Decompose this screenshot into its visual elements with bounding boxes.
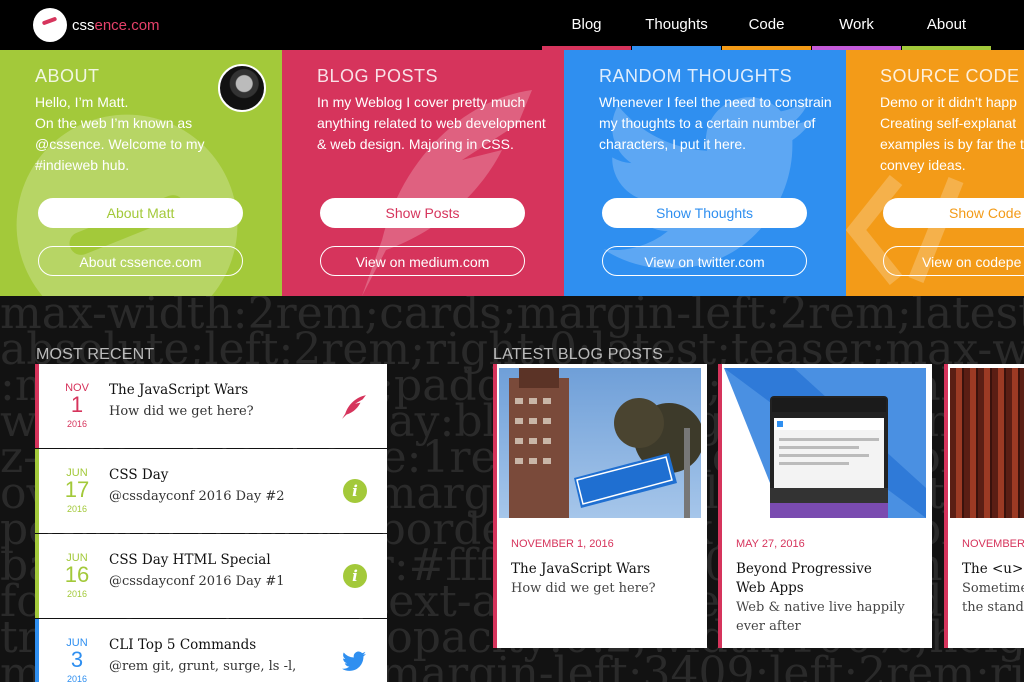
most-recent-list: NOV 1 2016 The JavaScript Wars How did w…: [35, 364, 387, 682]
post-subtitle: Sometime the standa: [962, 581, 1024, 615]
post-thumbnail: [724, 368, 926, 518]
card-blog-posts: BLOG POSTS In my Weblog I cover pretty m…: [282, 50, 564, 296]
post-title: The <u> in: [962, 561, 1024, 577]
logo-text: cssence.com: [72, 16, 160, 34]
item-subtitle: @cssdayconf 2016 Day #1: [109, 574, 285, 589]
quill-icon: [342, 395, 366, 419]
info-icon: i: [343, 564, 367, 588]
item-subtitle: @cssdayconf 2016 Day #2: [109, 489, 285, 504]
twitter-icon: [342, 651, 366, 671]
post-thumbnail: [499, 368, 701, 518]
card-source-code: SOURCE CODE Demo or it didn’t happ Creat…: [846, 50, 1024, 296]
about-matt-button[interactable]: About Matt: [38, 198, 243, 228]
view-twitter-button[interactable]: View on twitter.com: [602, 246, 807, 276]
card-text: Whenever I feel the need to constrain my…: [599, 94, 832, 152]
card-random-thoughts: RANDOM THOUGHTS Whenever I feel the need…: [564, 50, 846, 296]
latest-blog-posts-title: LATEST BLOG POSTS: [493, 346, 663, 363]
item-title: CLI Top 5 Commands: [109, 637, 257, 653]
card-text: Demo or it didn’t happ Creating self-exp…: [880, 94, 1024, 173]
card-about: ABOUT Hello, I’m Matt. On the web I’m kn…: [0, 50, 282, 296]
item-date: JUN 16 2016: [64, 552, 90, 599]
blog-post-card[interactable]: NOVEMBER 1, 2016 The JavaScript Wars How…: [493, 364, 707, 648]
item-subtitle: @rem git, grunt, surge, ls -l,: [109, 659, 297, 674]
most-recent-title: MOST RECENT: [36, 346, 155, 363]
post-date: NOVEMBER 1, 2016: [511, 538, 614, 550]
post-title: The JavaScript Wars: [511, 561, 651, 577]
logo-icon: [33, 8, 67, 42]
nav-code[interactable]: Code: [722, 0, 811, 50]
view-codepen-button[interactable]: View on codepe: [883, 246, 1024, 276]
post-thumbnail: [950, 368, 1024, 518]
site-header: cssence.com Blog Thoughts Code Work Abou…: [0, 0, 1024, 50]
nav-blog[interactable]: Blog: [542, 0, 631, 50]
post-date: MAY 27, 2016: [736, 538, 805, 550]
card-text: Hello, I’m Matt. On the web I’m known as…: [35, 94, 205, 173]
item-date: NOV 1 2016: [65, 382, 89, 429]
nav-about[interactable]: About: [902, 0, 991, 50]
site-logo[interactable]: cssence.com: [33, 8, 160, 42]
show-posts-button[interactable]: Show Posts: [320, 198, 525, 228]
main-nav: Blog Thoughts Code Work About: [542, 0, 992, 50]
building-sign-image: [509, 368, 701, 518]
blog-post-card[interactable]: MAY 27, 2016 Beyond Progressive Web Apps…: [718, 364, 932, 648]
post-subtitle: How did we get here?: [511, 581, 656, 596]
feature-cards: ABOUT Hello, I’m Matt. On the web I’m kn…: [0, 50, 1024, 296]
card-text: In my Weblog I cover pretty much anythin…: [317, 94, 546, 152]
item-title: CSS Day HTML Special: [109, 552, 271, 568]
show-thoughts-button[interactable]: Show Thoughts: [602, 198, 807, 228]
info-icon: i: [343, 479, 367, 503]
item-title: The JavaScript Wars: [109, 382, 249, 398]
list-item[interactable]: NOV 1 2016 The JavaScript Wars How did w…: [35, 364, 387, 448]
item-date: JUN 17 2016: [64, 467, 90, 514]
list-item[interactable]: JUN 3 2016 CLI Top 5 Commands @rem git, …: [35, 619, 387, 682]
card-title: ABOUT: [35, 66, 100, 86]
nav-thoughts[interactable]: Thoughts: [632, 0, 721, 50]
post-date: NOVEMBER: [962, 538, 1024, 550]
app-screenshot-image: [724, 368, 926, 518]
about-site-button[interactable]: About cssence.com: [38, 246, 243, 276]
card-title: SOURCE CODE: [880, 66, 1020, 86]
item-subtitle: How did we get here?: [109, 404, 254, 419]
view-medium-button[interactable]: View on medium.com: [320, 246, 525, 276]
blog-post-card[interactable]: NOVEMBER The <u> in Sometime the standa: [944, 364, 1024, 648]
post-title: Beyond Progressive Web Apps: [736, 561, 872, 596]
nav-work[interactable]: Work: [812, 0, 901, 50]
item-date: JUN 3 2016: [66, 637, 88, 682]
item-title: CSS Day: [109, 467, 169, 483]
list-item[interactable]: JUN 17 2016 CSS Day @cssdayconf 2016 Day…: [35, 449, 387, 533]
post-subtitle: Web & native live happily ever after: [736, 600, 905, 634]
list-item[interactable]: JUN 16 2016 CSS Day HTML Special @cssday…: [35, 534, 387, 618]
avatar: [218, 64, 266, 112]
card-title: BLOG POSTS: [317, 66, 439, 86]
card-title: RANDOM THOUGHTS: [599, 66, 793, 86]
show-code-button[interactable]: Show Code: [883, 198, 1024, 228]
